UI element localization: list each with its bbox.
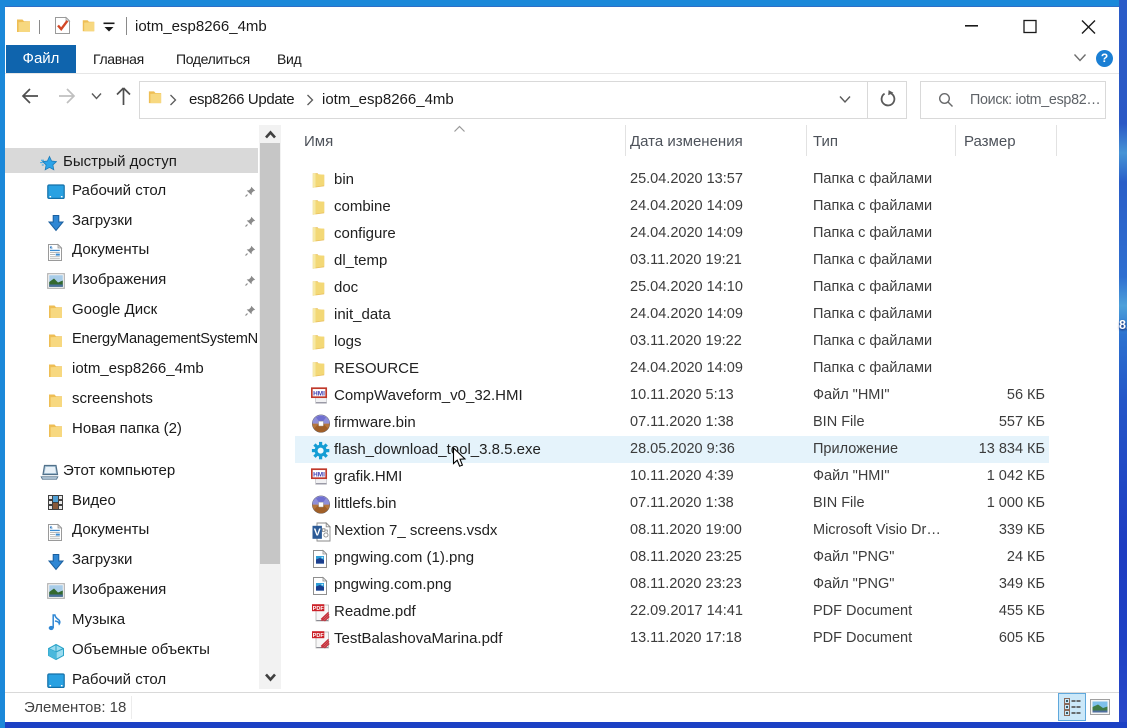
svg-text:V: V	[314, 526, 321, 538]
svg-text:HMI: HMI	[313, 471, 325, 478]
svg-text:PDF: PDF	[313, 632, 325, 638]
svg-text:PDF: PDF	[313, 605, 325, 611]
svg-text:HMI: HMI	[313, 390, 325, 397]
